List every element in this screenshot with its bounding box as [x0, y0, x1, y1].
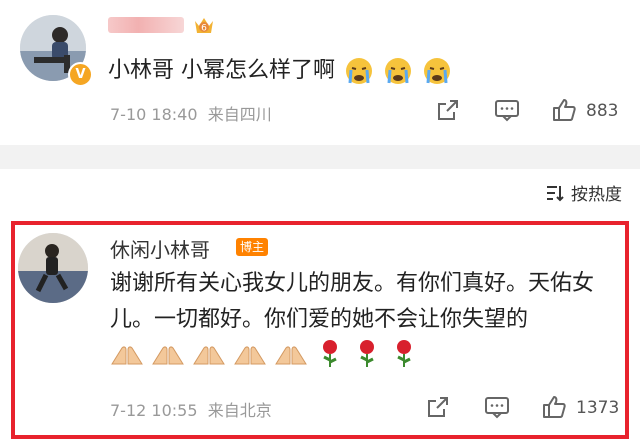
author-avatar[interactable]: [18, 233, 88, 303]
comment-time: 7-10 18:40: [110, 105, 198, 124]
like-count: 883: [586, 101, 619, 121]
comment-meta: 7-10 18:40 来自四川: [110, 101, 272, 125]
pray-hands-icon: [152, 346, 184, 365]
comment-text-body: 小林哥 小幂怎么样了啊: [108, 58, 335, 83]
pray-hands-icon: [193, 346, 225, 365]
blogger-tag: 博主: [236, 238, 269, 256]
pray-hands-icon: [275, 346, 307, 365]
crying-emoji-icon: [424, 58, 450, 84]
share-icon[interactable]: [436, 98, 460, 122]
vip-crown-icon: 6: [195, 18, 213, 34]
verified-badge-icon: V: [68, 62, 93, 87]
comment-card: V 6 小林哥 小幂怎么样了啊 7-10 18:40 来自四川 883: [0, 0, 640, 145]
share-icon[interactable]: [426, 395, 450, 419]
sort-icon: [547, 185, 564, 201]
crying-emoji-icon: [346, 58, 372, 84]
reply-text-body: 谢谢所有关心我女儿的朋友。有你们真好。天佑女儿。一切都好。你们爱的她不会让你失望…: [110, 271, 595, 332]
comment-icon[interactable]: [494, 98, 520, 122]
reply-time: 7-12 10:55: [110, 401, 198, 420]
rose-icon: [323, 340, 337, 367]
pray-hands-icon: [234, 346, 266, 365]
emoji-row: [110, 338, 419, 380]
reply-text: 谢谢所有关心我女儿的朋友。有你们真好。天佑女儿。一切都好。你们爱的她不会让你失望…: [110, 266, 620, 380]
sort-label: 按热度: [571, 185, 622, 205]
reply-meta: 7-12 10:55 来自北京: [110, 397, 272, 421]
crying-emoji-icon: [385, 58, 411, 84]
sort-by-hot-button[interactable]: 按热度: [545, 180, 622, 205]
comment-text: 小林哥 小幂怎么样了啊: [108, 52, 452, 86]
section-divider: [0, 145, 640, 169]
comment-icon[interactable]: [484, 395, 510, 419]
author-name[interactable]: 休闲小林哥: [110, 234, 210, 263]
like-icon[interactable]: [541, 394, 567, 420]
rose-icon: [397, 340, 411, 367]
rose-icon: [360, 340, 374, 367]
like-count: 1373: [576, 398, 620, 418]
comment-source: 来自四川: [207, 105, 272, 124]
pray-hands-icon: [111, 346, 143, 365]
like-icon[interactable]: [551, 97, 577, 123]
reply-source: 来自北京: [207, 401, 272, 420]
crown-level-text: 6: [201, 24, 207, 34]
commenter-name-blurred[interactable]: [108, 17, 184, 33]
